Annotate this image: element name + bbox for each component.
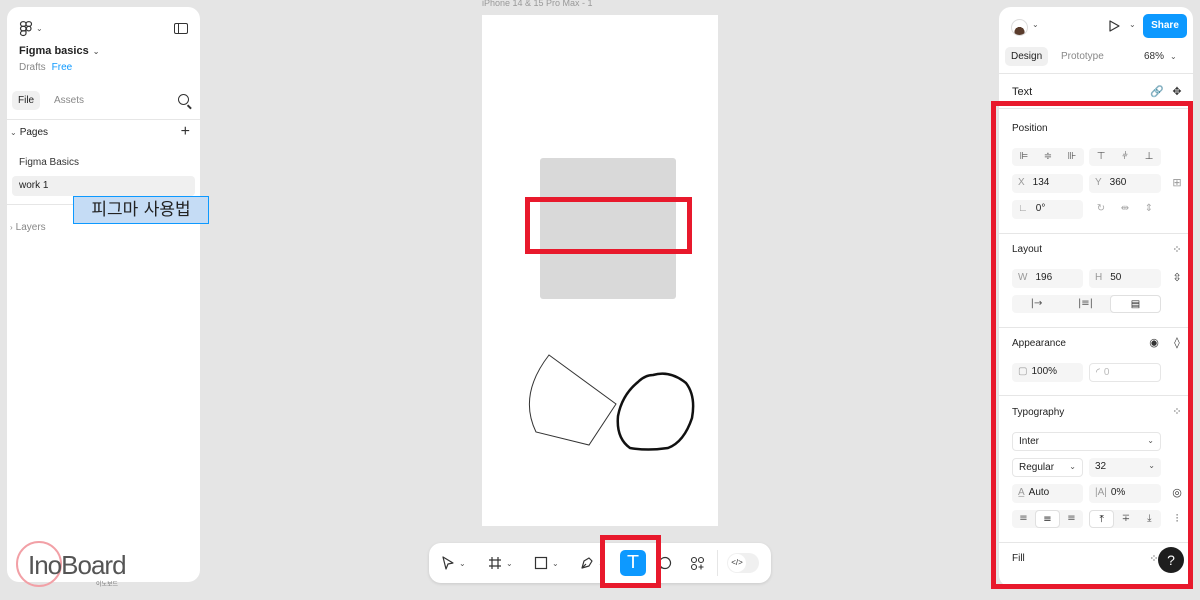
drafts-label[interactable]: Drafts xyxy=(19,62,46,73)
highlight-box-text xyxy=(525,197,692,254)
pen-icon xyxy=(581,557,593,569)
frame-label[interactable]: iPhone 14 & 15 Pro Max - 1 xyxy=(482,0,593,8)
tab-assets[interactable]: Assets xyxy=(54,95,84,106)
chevron-down-icon: ⌄ xyxy=(92,47,100,56)
inoboard-watermark: InoBoard 이노보드 xyxy=(16,538,136,588)
highlight-box-properties xyxy=(991,101,1193,589)
move-tool[interactable]: ⌄ xyxy=(441,553,466,573)
tab-design[interactable]: Design xyxy=(1005,47,1049,66)
left-panel-header: ⌄ xyxy=(19,21,188,41)
components-icon xyxy=(690,556,705,570)
tab-file[interactable]: File xyxy=(12,91,41,110)
page-item-work-1[interactable]: work 1 xyxy=(12,176,195,196)
chevron-down-icon[interactable]: ⌄ xyxy=(1032,20,1039,29)
sidebar-toggle-icon[interactable] xyxy=(174,23,188,34)
watermark-brand: InoBoard xyxy=(28,550,127,580)
layer-type-heading: Text xyxy=(1012,86,1033,98)
watermark-sub: 이노보드 xyxy=(96,582,119,588)
figma-menu-icon[interactable] xyxy=(19,21,33,37)
link-icon[interactable]: 🔗 xyxy=(1150,86,1164,98)
chevron-down-icon[interactable]: ⌄ xyxy=(36,24,43,33)
chevron-down-icon[interactable]: ⌄ xyxy=(506,559,513,568)
canvas-shapes xyxy=(528,354,695,451)
plan-badge: Free xyxy=(51,62,73,73)
file-location: Drafts Free xyxy=(19,62,72,73)
left-panel-tabs: File Assets xyxy=(12,91,195,111)
blob-shape[interactable] xyxy=(616,372,695,451)
code-icon: </> xyxy=(728,554,746,572)
pages-header[interactable]: ⌄ Pages + xyxy=(10,124,190,141)
selected-text-layer[interactable]: 피그마 사용법 xyxy=(73,196,209,224)
frame-tool[interactable]: ⌄ xyxy=(488,553,513,573)
present-play-icon[interactable] xyxy=(1108,20,1120,32)
frame-icon xyxy=(489,557,501,569)
shape-tool[interactable]: ⌄ xyxy=(534,553,559,573)
chevron-down-icon[interactable]: ⌄ xyxy=(459,559,466,568)
share-button[interactable]: Share xyxy=(1143,14,1187,38)
left-panel: ⌄ Figma basics ⌄ Drafts Free File Assets ⌄… xyxy=(7,7,200,582)
zoom-value: 68% xyxy=(1144,51,1165,62)
avatar[interactable] xyxy=(1011,19,1028,36)
highlight-box-text-tool xyxy=(600,535,661,588)
file-name-label: Figma basics xyxy=(19,45,89,57)
dev-mode-toggle[interactable]: </> xyxy=(727,553,759,573)
add-page-icon[interactable]: + xyxy=(181,124,190,140)
component-icon[interactable]: ✥ xyxy=(1171,86,1183,98)
chevron-right-icon: › xyxy=(10,223,13,232)
page-item-figma-basics[interactable]: Figma Basics xyxy=(12,153,195,173)
file-name[interactable]: Figma basics ⌄ xyxy=(19,45,99,57)
tab-prototype[interactable]: Prototype xyxy=(1061,51,1104,62)
divider xyxy=(7,119,200,120)
zoom-dropdown[interactable]: 68% ⌄ xyxy=(1144,51,1177,62)
divider xyxy=(999,73,1193,74)
chevron-down-icon: ⌄ xyxy=(1170,52,1177,61)
layers-label: Layers xyxy=(15,222,46,233)
chevron-down-icon: ⌄ xyxy=(10,128,17,137)
cursor-icon xyxy=(442,556,454,570)
polygon-shape[interactable] xyxy=(528,354,617,446)
actions-tool[interactable] xyxy=(690,553,705,573)
pages-label: Pages xyxy=(19,127,49,138)
rectangle-icon xyxy=(534,556,548,570)
toolbar-divider xyxy=(717,550,718,576)
search-icon[interactable] xyxy=(178,94,189,105)
chevron-down-icon[interactable]: ⌄ xyxy=(1129,20,1136,29)
chevron-down-icon[interactable]: ⌄ xyxy=(552,559,559,568)
layers-header[interactable]: › Layers xyxy=(10,222,46,233)
